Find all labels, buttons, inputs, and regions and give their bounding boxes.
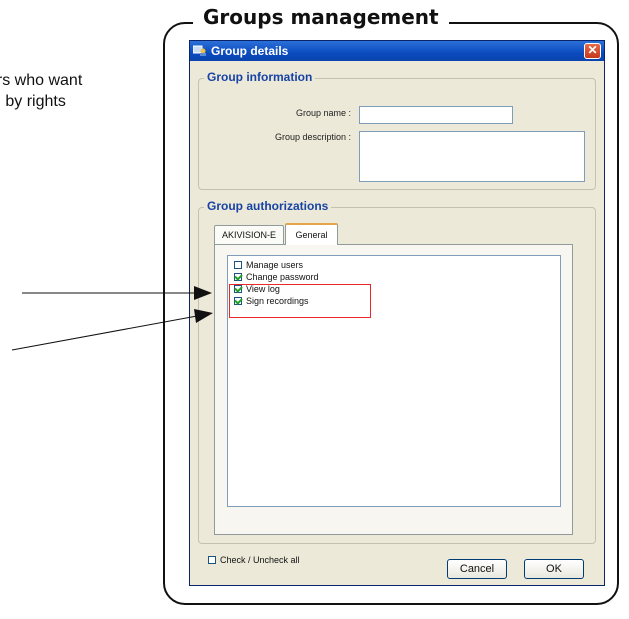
check-uncheck-all[interactable]: Check / Uncheck all <box>208 555 300 565</box>
side-caption: sers who want d by rights <box>0 70 140 112</box>
ok-button[interactable]: OK <box>524 559 584 579</box>
checkbox[interactable] <box>234 261 242 269</box>
check-all-label: Check / Uncheck all <box>220 555 300 565</box>
dialog-title: Group details <box>211 44 289 58</box>
permission-label: Change password <box>246 272 319 282</box>
group-information-legend: Group information <box>204 70 316 84</box>
dialog-titlebar[interactable]: Group details ✕ <box>190 41 604 61</box>
permission-change-password[interactable]: Change password <box>234 271 319 283</box>
tab-general[interactable]: General <box>285 223 338 245</box>
close-icon[interactable]: ✕ <box>584 43 601 59</box>
group-authorizations-box: Group authorizations AKIVISION-E General… <box>198 199 596 544</box>
group-description-label: Group description : <box>274 132 351 142</box>
group-name-input[interactable] <box>359 106 513 124</box>
cancel-button[interactable]: Cancel <box>447 559 507 579</box>
side-caption-line-2: d by rights <box>0 93 66 110</box>
tab-akivision-e[interactable]: AKIVISION-E <box>214 225 284 244</box>
permission-label: Manage users <box>246 260 304 270</box>
permission-manage-users[interactable]: Manage users <box>234 259 303 271</box>
frame-title: Groups management <box>193 5 449 29</box>
side-caption-line-1: sers who want <box>0 72 83 89</box>
highlight-box <box>229 284 371 318</box>
checkbox[interactable] <box>234 273 242 281</box>
group-details-icon <box>193 45 207 57</box>
checkbox[interactable] <box>208 556 216 564</box>
group-name-label: Group name : <box>295 108 351 118</box>
group-information-box: Group information Group name : Group des… <box>198 70 596 190</box>
group-description-input[interactable] <box>359 131 585 182</box>
group-authorizations-legend: Group authorizations <box>204 199 332 213</box>
